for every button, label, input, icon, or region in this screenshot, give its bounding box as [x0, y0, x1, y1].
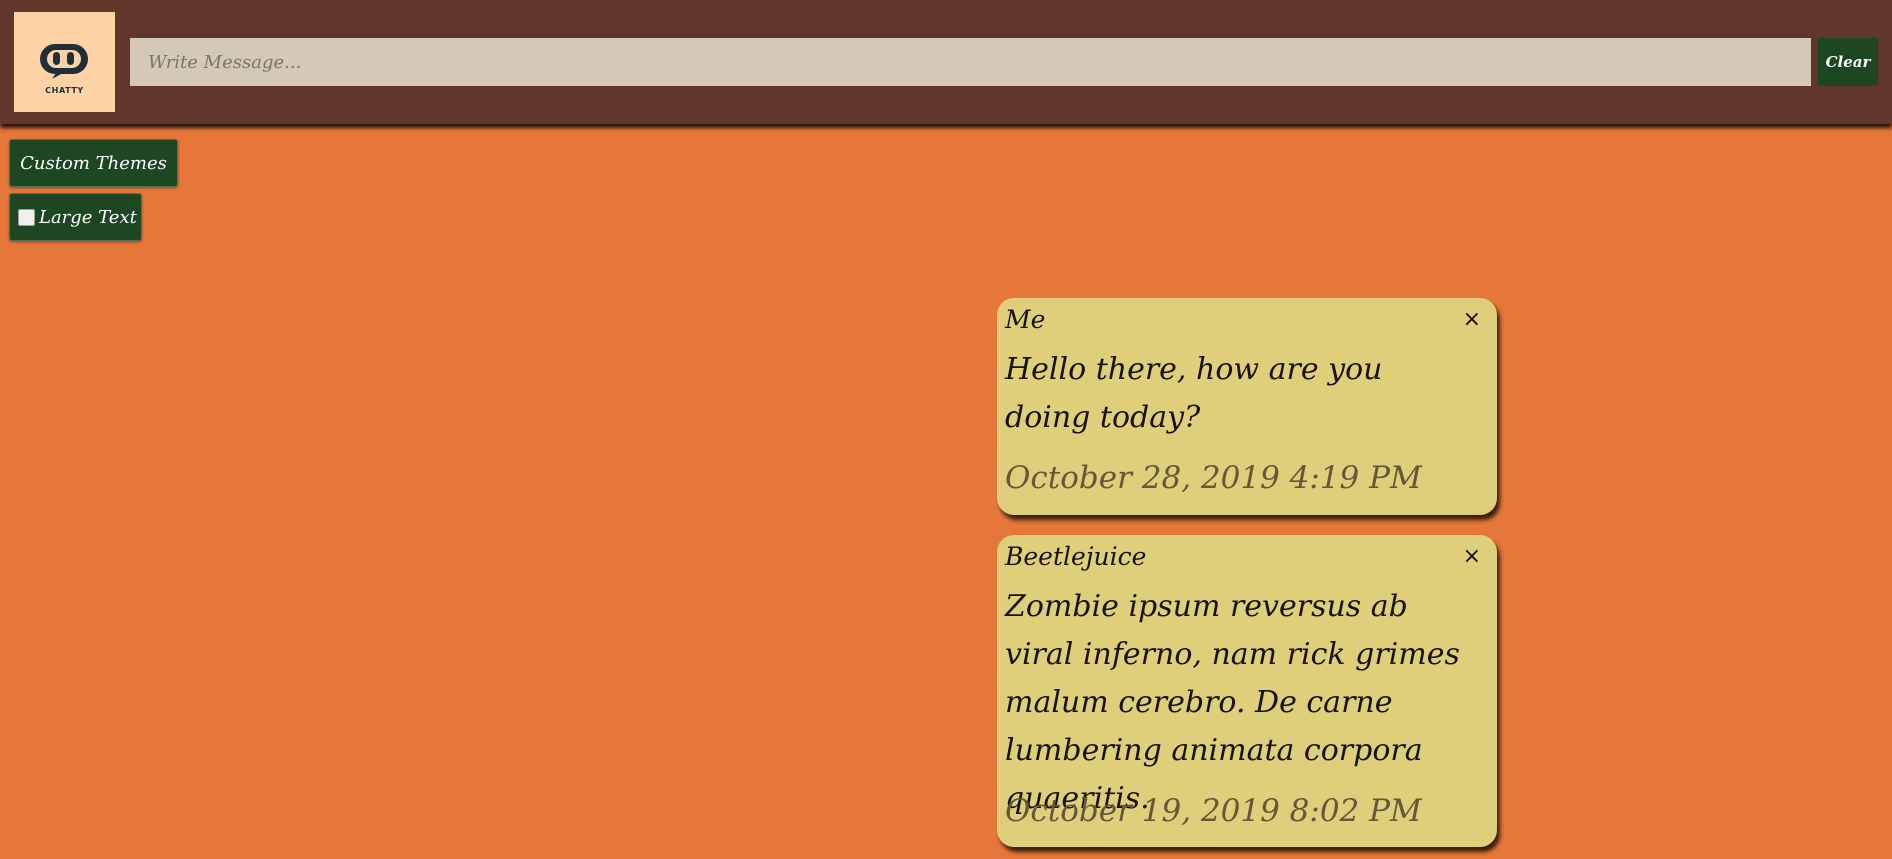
message-timestamp: October 28, 2019 4:19 PM — [1005, 460, 1422, 496]
message-card: Me × Hello there, how are you doing toda… — [997, 298, 1497, 515]
message-author: Me — [1005, 305, 1046, 334]
message-input[interactable] — [130, 38, 1811, 86]
chatty-logo: CHATTY — [14, 12, 115, 112]
large-text-toggle[interactable]: Large Text — [9, 193, 142, 241]
checkbox-icon[interactable] — [18, 208, 35, 226]
large-text-label: Large Text — [39, 206, 137, 228]
clear-button[interactable]: Clear — [1818, 38, 1878, 86]
message-text: Zombie ipsum reversus ab viral inferno, … — [1005, 589, 1460, 816]
logo-text: CHATTY — [45, 86, 84, 95]
message-text: Hello there, how are you doing today? — [1005, 352, 1383, 435]
app-header: CHATTY Clear — [0, 0, 1892, 124]
custom-themes-button[interactable]: Custom Themes — [9, 139, 178, 187]
message-timestamp: October 19, 2019 8:02 PM — [1005, 793, 1422, 829]
chat-bubble-eyes-icon — [40, 44, 88, 79]
close-icon[interactable]: × — [1463, 543, 1481, 571]
close-icon[interactable]: × — [1463, 306, 1481, 334]
message-author: Beetlejuice — [1005, 542, 1147, 571]
message-card: Beetlejuice × Zombie ipsum reversus ab v… — [997, 535, 1497, 847]
